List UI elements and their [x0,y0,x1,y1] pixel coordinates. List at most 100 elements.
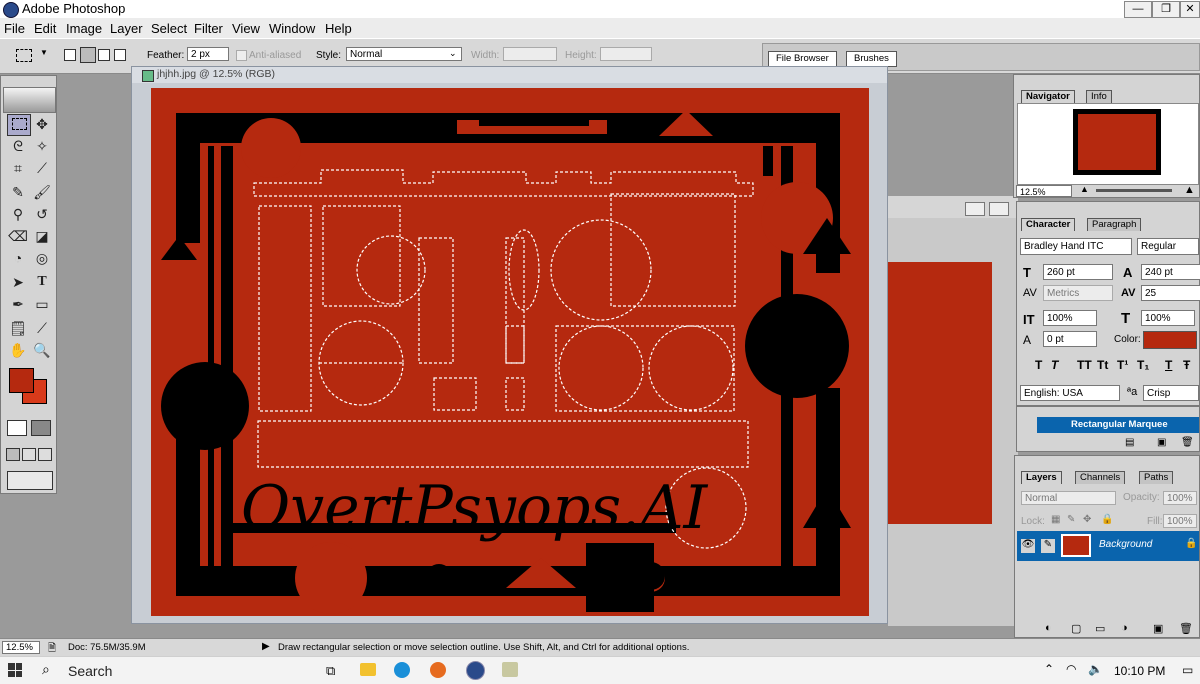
lock-transparency-icon[interactable]: ▦ [1051,514,1060,525]
all-caps-icon[interactable]: TT [1077,358,1092,372]
brush-link-icon[interactable]: ✎ [1041,539,1055,553]
shape-tool-icon[interactable]: ▭ [31,294,53,314]
horizontal-scale-input[interactable]: 100% [1141,310,1195,326]
navigator-zoom-slider[interactable] [1096,189,1172,192]
screen-mode-standard-icon[interactable] [6,448,20,461]
tab-info[interactable]: Info [1086,90,1112,103]
lock-image-icon[interactable]: ✎ [1067,514,1075,525]
wifi-icon[interactable]: ◠ [1066,662,1076,676]
volume-icon[interactable]: 🔈 [1088,662,1103,676]
lock-all-icon[interactable]: 🔒 [1101,514,1113,525]
height-input[interactable] [600,47,652,61]
menu-edit[interactable]: Edit [34,21,56,36]
tab-paths[interactable]: Paths [1139,471,1174,484]
notification-icon[interactable]: ▭ [1182,663,1193,677]
eye-icon[interactable]: 👁 [1021,539,1035,553]
quick-mask-icon[interactable] [31,420,51,436]
tab-channels[interactable]: Channels [1075,471,1126,484]
superscript-icon[interactable]: T¹ [1117,358,1128,372]
menu-filter[interactable]: Filter [194,21,223,36]
menu-select[interactable]: Select [151,21,187,36]
feather-input[interactable]: 2 px [187,47,229,61]
small-caps-icon[interactable]: Tt [1097,358,1108,372]
background-window-minimize-icon[interactable] [965,202,985,216]
navigator-zoom-input[interactable]: 12.5% [1016,185,1072,197]
subscript-icon[interactable]: T₁ [1137,358,1149,372]
chevron-down-icon[interactable]: ▼ [40,48,48,57]
leading-input[interactable]: 240 pt [1141,264,1200,280]
search-icon[interactable]: ⌕ [42,661,50,678]
status-arrow-icon[interactable]: ▶ [262,641,270,652]
marquee-tool-icon[interactable] [7,114,31,136]
brush-tool-icon[interactable]: 🖌 [31,182,53,202]
taskbar-clock[interactable]: 10:10 PM [1114,664,1165,678]
adjustment-layer-icon[interactable]: ◑ [1121,622,1128,634]
font-style-select[interactable]: Regular [1137,238,1199,255]
faux-bold-icon[interactable]: T [1035,358,1042,372]
clone-stamp-icon[interactable]: ⚲ [7,204,29,224]
width-input[interactable] [503,47,557,61]
kerning-select[interactable]: Metrics [1043,285,1113,301]
tab-paragraph[interactable]: Paragraph [1087,218,1142,231]
standard-mode-icon[interactable] [7,420,27,436]
minimize-button[interactable]: — [1124,1,1152,18]
crop-tool-icon[interactable]: ⌗ [7,158,29,178]
menu-view[interactable]: View [232,21,260,36]
layer-mask-icon[interactable]: ▢ [1071,622,1081,635]
slice-tool-icon[interactable]: ⟋ [31,158,53,178]
dodge-tool-icon[interactable]: ◎ [31,248,53,268]
add-selection-icon[interactable] [80,47,96,63]
healing-brush-icon[interactable]: ✎ [7,182,29,202]
style-select[interactable]: Normal [346,47,462,61]
strikethrough-icon[interactable]: Ŧ [1183,358,1190,372]
photoshop-feather-logo-icon[interactable] [3,87,56,113]
language-select[interactable]: English: USA [1020,385,1120,401]
tab-navigator[interactable]: Navigator [1021,90,1075,103]
eyedropper-icon[interactable]: ⟋ [31,318,53,338]
history-item-selected[interactable]: Rectangular Marquee [1037,417,1199,433]
opacity-input[interactable]: 100% [1163,491,1197,505]
menu-help[interactable]: Help [325,21,352,36]
firefox-icon[interactable] [430,662,446,678]
photoshop-taskbar-icon[interactable] [466,661,485,680]
font-size-input[interactable]: 260 pt [1043,264,1113,280]
magic-wand-icon[interactable]: ✧ [31,136,53,156]
restore-button[interactable]: ❐ [1152,1,1180,18]
menu-image[interactable]: Image [66,21,102,36]
font-family-select[interactable]: Bradley Hand ITC [1020,238,1132,255]
text-color-swatch[interactable] [1143,331,1197,349]
tab-file-browser[interactable]: File Browser [768,51,837,67]
history-snapshot-icon[interactable]: ▤ [1125,437,1134,448]
pen-tool-icon[interactable]: ✒ [7,294,29,314]
task-view-icon[interactable]: ⧉ [326,663,335,679]
hand-tool-icon[interactable]: ✋ [7,340,29,360]
document-canvas[interactable]: OvertPsyops.AI [151,88,869,616]
move-tool-icon[interactable]: ✥ [31,114,53,134]
close-button[interactable]: ✕ [1180,1,1200,18]
background-window-maximize-icon[interactable] [989,202,1009,216]
intersect-selection-icon[interactable] [114,49,126,61]
delete-layer-icon[interactable]: 🗑 [1179,622,1193,635]
zoom-tool-icon[interactable]: 🔍 [31,340,53,360]
path-select-icon[interactable]: ➤ [7,272,29,292]
tab-character[interactable]: Character [1021,218,1076,231]
tracking-input[interactable]: 25 [1141,285,1200,301]
new-layer-icon[interactable]: ▣ [1153,622,1163,635]
windows-start-icon[interactable] [8,663,22,677]
screen-mode-full-icon[interactable] [38,448,52,461]
faux-italic-icon[interactable]: T [1051,358,1058,372]
menu-file[interactable]: File [4,21,25,36]
antialias-select[interactable]: Crisp [1143,385,1199,401]
layer-row-background[interactable]: 👁 ✎ Background 🔒 [1017,531,1199,561]
taskbar-app-icon[interactable] [502,662,518,677]
foreground-color-swatch[interactable] [9,368,34,393]
paint-bucket-icon[interactable]: ◪ [31,226,53,246]
marquee-preset-icon[interactable] [16,49,32,62]
baseline-shift-input[interactable]: 0 pt [1043,331,1097,347]
history-new-doc-icon[interactable]: ▣ [1157,437,1166,448]
underline-icon[interactable]: T [1165,358,1172,372]
layer-style-icon[interactable]: ◐ [1045,622,1052,634]
history-trash-icon[interactable]: 🗑 [1181,437,1194,448]
notes-tool-icon[interactable]: 🗒 [7,318,29,338]
new-selection-icon[interactable] [64,49,76,61]
